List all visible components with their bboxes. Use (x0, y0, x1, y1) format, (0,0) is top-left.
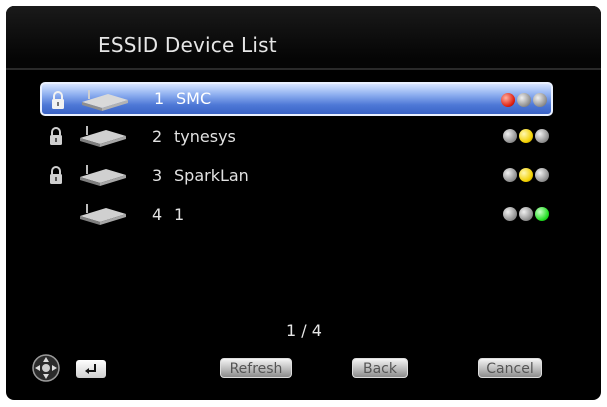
device-number: 2 (152, 127, 163, 146)
signal-led-icon (535, 207, 549, 221)
back-button[interactable]: Back (352, 358, 408, 378)
signal-led-icon (503, 129, 517, 143)
cancel-button[interactable]: Cancel (478, 358, 542, 378)
device-number: 1 (154, 89, 165, 108)
signal-indicator (501, 206, 549, 225)
dpad-icon (32, 354, 60, 382)
signal-led-icon (501, 93, 515, 107)
device-row-4[interactable]: 4 1 (40, 198, 553, 232)
page-title: ESSID Device List (98, 33, 277, 57)
device-number: 4 (152, 205, 163, 224)
screen: ESSID Device List 1 SMC 2 tynesys 3 Spar… (6, 6, 601, 400)
device-name: tynesys (174, 127, 236, 146)
device-name: SMC (176, 89, 212, 108)
router-icon (80, 165, 126, 186)
signal-led-icon (535, 129, 549, 143)
page-indicator: 1 / 4 (286, 321, 322, 340)
device-number: 3 (152, 166, 163, 185)
signal-led-icon (519, 129, 533, 143)
device-row-3[interactable]: 3 SparkLan (40, 159, 553, 193)
return-arrow-icon (85, 364, 96, 374)
device-row-2[interactable]: 2 tynesys (40, 120, 553, 154)
refresh-button[interactable]: Refresh (220, 358, 292, 378)
lock-icon (50, 166, 62, 184)
signal-led-icon (535, 168, 549, 182)
signal-led-icon (519, 168, 533, 182)
header-bar: ESSID Device List (6, 6, 601, 70)
device-name: SparkLan (174, 166, 249, 185)
signal-led-icon (503, 207, 517, 221)
signal-led-icon (503, 168, 517, 182)
lock-icon (52, 91, 64, 109)
footer-bar: Refresh Back Cancel (6, 354, 601, 384)
signal-led-icon (519, 207, 533, 221)
router-icon (80, 204, 126, 225)
return-button[interactable] (76, 360, 106, 378)
signal-indicator (499, 92, 547, 111)
device-row-1[interactable]: 1 SMC (40, 82, 553, 116)
device-name: 1 (174, 205, 185, 224)
signal-led-icon (517, 93, 531, 107)
signal-led-icon (533, 93, 547, 107)
signal-indicator (501, 167, 549, 186)
lock-icon (50, 127, 62, 145)
router-icon (80, 126, 126, 147)
router-icon (82, 90, 128, 111)
signal-indicator (501, 128, 549, 147)
